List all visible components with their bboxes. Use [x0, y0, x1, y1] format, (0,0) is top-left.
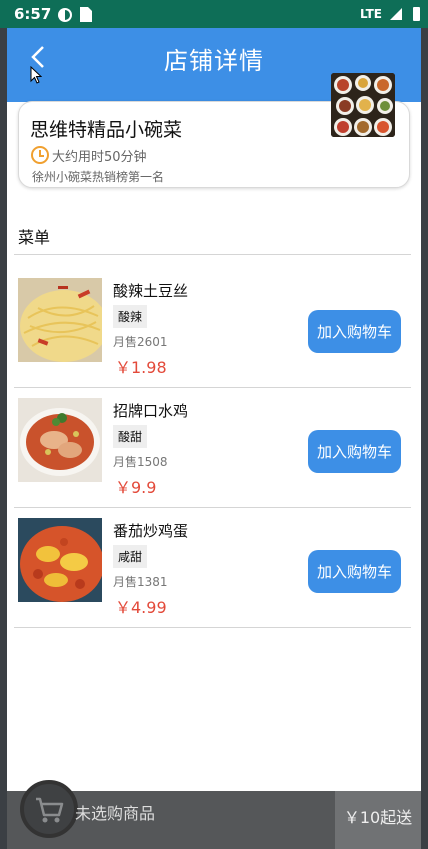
signal-icon [390, 8, 402, 20]
status-bar: 6:57 LTE [0, 0, 428, 28]
app-screen: 店铺详情 思维特精品小碗菜 大约用时50分钟 徐州小碗菜热销榜第一名 菜单 酸辣… [7, 28, 421, 849]
add-to-cart-button[interactable]: 加入购物车 [308, 550, 401, 593]
menu-section-title: 菜单 [18, 228, 51, 247]
flavor-tag: 咸甜 [113, 545, 148, 568]
dish-name: 番茄炒鸡蛋 [113, 522, 189, 540]
cart-status: 未选购商品 [75, 804, 156, 823]
dish-photo [18, 398, 102, 482]
add-to-cart-button[interactable]: 加入购物车 [308, 310, 401, 353]
menu-item: 番茄炒鸡蛋 咸甜 月售1381 ￥4.99 加入购物车 [7, 499, 421, 619]
menu-item: 招牌口水鸡 酸甜 月售1508 ￥9.9 加入购物车 [7, 379, 421, 499]
shop-name: 思维特精品小碗菜 [30, 119, 183, 141]
cart-bar: 未选购商品 ￥10起送 [7, 780, 421, 849]
monthly-sales: 月售2601 [113, 335, 168, 349]
shop-thumbnail [331, 73, 395, 137]
min-delivery-button[interactable]: ￥10起送 [335, 791, 421, 849]
status-time: 6:57 [14, 5, 52, 23]
menu-item: 酸辣土豆丝 酸辣 月售2601 ￥1.98 加入购物车 [7, 259, 421, 379]
dish-price: ￥4.99 [115, 598, 167, 617]
dish-name: 酸辣土豆丝 [113, 282, 189, 300]
background-window-edge-right [421, 28, 428, 849]
dish-photo [18, 278, 102, 362]
network-type: LTE [359, 7, 382, 21]
clock-icon [31, 146, 49, 164]
monthly-sales: 月售1381 [113, 575, 168, 589]
dish-price: ￥1.98 [115, 358, 167, 377]
battery-icon [413, 7, 420, 21]
divider [14, 254, 411, 255]
mouse-cursor-icon [30, 66, 42, 84]
sim-card-icon [80, 7, 92, 22]
monthly-sales: 月售1508 [113, 455, 168, 469]
add-to-cart-button[interactable]: 加入购物车 [308, 430, 401, 473]
background-window-edge-left [0, 28, 7, 849]
dish-price: ￥9.9 [115, 478, 157, 497]
delivery-time: 大约用时50分钟 [52, 150, 147, 165]
shopping-cart-icon[interactable] [20, 780, 78, 838]
flavor-tag: 酸辣 [113, 305, 148, 328]
page-title: 店铺详情 [164, 47, 264, 75]
notification-icon [58, 8, 72, 22]
divider [14, 627, 411, 628]
dish-name: 招牌口水鸡 [113, 402, 189, 420]
flavor-tag: 酸甜 [113, 425, 148, 448]
shop-slogan: 徐州小碗菜热销榜第一名 [32, 170, 165, 184]
dish-photo [18, 518, 102, 602]
